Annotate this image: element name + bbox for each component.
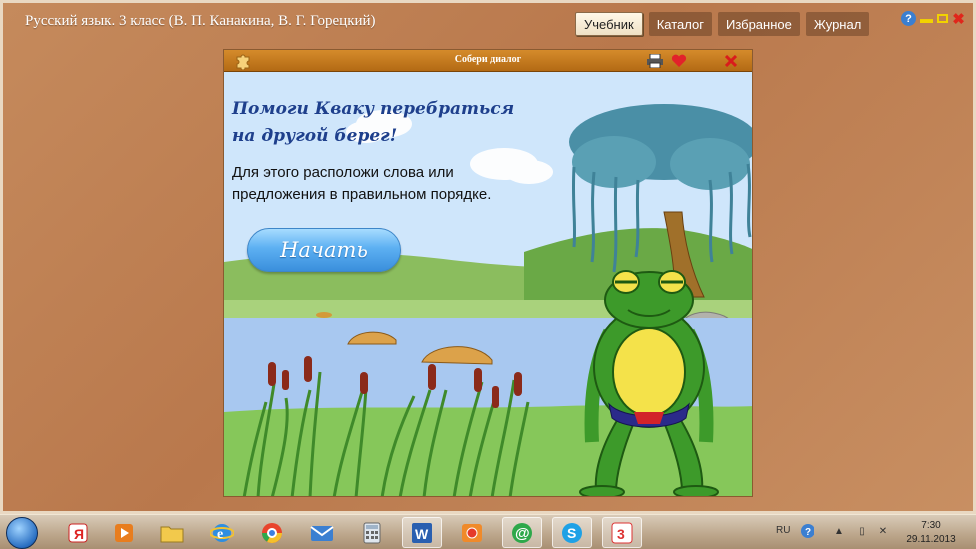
battery-icon[interactable]: ▯ (855, 524, 869, 538)
media-player-icon[interactable] (104, 517, 144, 548)
maximize-icon[interactable] (937, 14, 948, 23)
svg-text:S: S (567, 525, 576, 541)
svg-text:W: W (415, 526, 429, 542)
word-icon[interactable]: W (402, 517, 442, 548)
language-indicator[interactable]: RU (776, 525, 790, 536)
folder-icon[interactable] (152, 517, 192, 548)
task-instruction: Для этого расположи слова или предложени… (232, 164, 492, 203)
tab-journal[interactable]: Журнал (805, 12, 870, 36)
chrome-icon[interactable] (252, 517, 292, 548)
app-title: Русский язык. 3 класс (В. П. Канакина, В… (25, 13, 376, 29)
skype-icon[interactable]: S (552, 517, 592, 548)
chevron-up-icon[interactable]: ▲ (832, 524, 846, 538)
tab-favorites[interactable]: Избранное (717, 12, 800, 36)
volume-muted-icon[interactable]: ✕ (876, 524, 890, 538)
clock-time: 7:30 (921, 520, 941, 531)
module-titlebar: Собери диалог (224, 50, 752, 72)
tab-textbook[interactable]: Учебник (575, 12, 643, 36)
minimize-icon[interactable]: ▬ (919, 11, 934, 26)
svg-text:e: e (217, 527, 223, 542)
clock-date: 29.11.2013 (906, 534, 956, 545)
help-tray-icon[interactable]: ? (800, 524, 814, 538)
start-button[interactable]: Начать (247, 228, 401, 272)
heart-icon[interactable] (670, 52, 688, 70)
taskbar: Я e W @ S 3 RU ? ▲ ▯ ✕ 7:30 29.11.2013 (0, 514, 976, 549)
app-icon[interactable] (452, 517, 492, 548)
top-tabs: Учебник Каталог Избранное Журнал (575, 12, 870, 36)
svg-text:3: 3 (617, 526, 625, 542)
mail-agent-icon[interactable]: @ (502, 517, 542, 548)
internet-explorer-icon[interactable]: e (202, 517, 242, 548)
calculator-icon[interactable] (352, 517, 392, 548)
question-icon[interactable]: ? (901, 11, 916, 26)
window-controls: ? ▬ ✖ (901, 11, 966, 28)
module-window: Собери диалог Помоги Кваку перебраться н… (223, 49, 753, 497)
yandex-icon[interactable]: Я (58, 517, 98, 548)
printer-icon[interactable] (646, 52, 664, 70)
system-clock[interactable]: 7:30 29.11.2013 (902, 519, 960, 547)
windows-start-icon[interactable] (6, 517, 38, 549)
task-heading: Помоги Кваку перебраться на другой берег… (232, 99, 515, 146)
mail-icon[interactable] (302, 517, 342, 548)
svg-text:Я: Я (74, 526, 84, 542)
svg-text:@: @ (515, 525, 530, 542)
tab-catalog[interactable]: Каталог (648, 12, 712, 36)
textbook-app-icon[interactable]: 3 (602, 517, 642, 548)
close-icon[interactable]: ✖ (951, 11, 966, 28)
close-icon[interactable] (722, 52, 740, 70)
svg-text:?: ? (805, 527, 811, 538)
